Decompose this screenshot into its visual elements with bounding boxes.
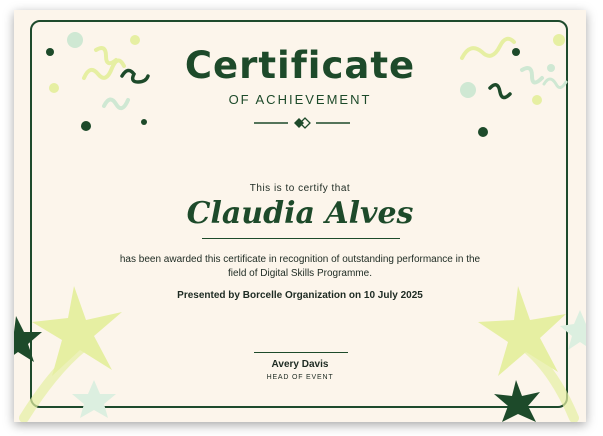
- award-description: has been awarded this certificate in rec…: [74, 253, 526, 281]
- certificate-card: Certificate OF ACHIEVEMENT This is to ce…: [14, 10, 586, 422]
- signer-title: HEAD OF EVENT: [266, 374, 334, 381]
- certificate-title: Certificate: [184, 44, 416, 87]
- page: Certificate OF ACHIEVEMENT This is to ce…: [0, 0, 603, 436]
- signer-name: Avery Davis: [271, 359, 329, 370]
- certify-text: This is to certify that: [249, 183, 351, 194]
- signature-line: [254, 352, 348, 353]
- award-description-line-1: has been awarded this certificate in rec…: [119, 254, 481, 265]
- diamond-divider-icon: [254, 117, 350, 129]
- star-icon: [478, 286, 586, 422]
- presented-by: Presented by Borcelle Organization on 10…: [177, 290, 423, 301]
- award-description-line-2: field of Digital Skills Programme.: [228, 268, 372, 279]
- certificate-subtitle: OF ACHIEVEMENT: [228, 92, 372, 107]
- recipient-underline: [202, 238, 400, 239]
- recipient-name: Claudia Alves: [186, 196, 414, 231]
- star-icon: [14, 286, 122, 422]
